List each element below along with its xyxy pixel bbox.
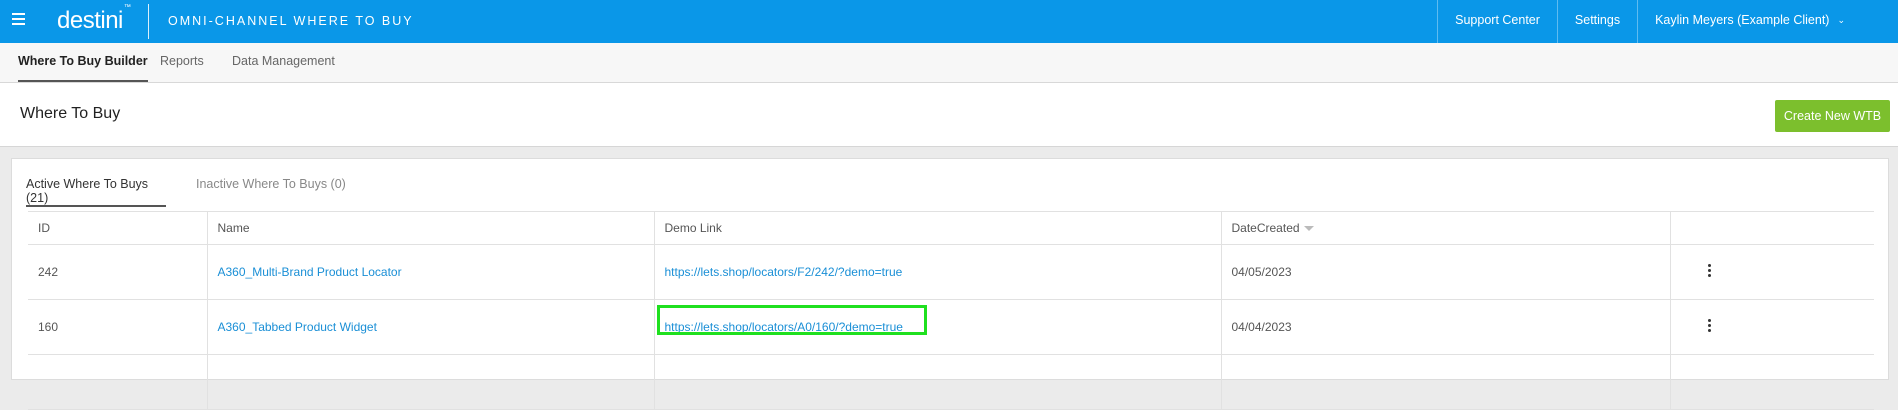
cell-name: [207, 354, 655, 410]
cell-demo-link: https://lets.shop/locators/A0/160/?demo=…: [654, 299, 1222, 355]
demo-link[interactable]: https://lets.shop/locators/A0/160/?demo=…: [665, 320, 903, 334]
column-header-date-created[interactable]: DateCreated: [1221, 211, 1671, 245]
tab-label: Active Where To Buys (21): [26, 177, 149, 205]
page-header: Where To Buy Create New WTB: [0, 83, 1898, 147]
tab-reports[interactable]: Reports: [160, 43, 204, 82]
logo-text: destini: [57, 7, 123, 34]
support-center-label: Support Center: [1455, 13, 1540, 27]
tab-label: Inactive Where To Buys (0): [196, 177, 346, 191]
tab-where-to-buy-builder[interactable]: Where To Buy Builder: [18, 43, 148, 82]
wtb-name-link[interactable]: A360_Multi-Brand Product Locator: [218, 265, 402, 279]
wtb-table: ID Name Demo Link DateCreated 242 A360_M…: [28, 211, 1874, 410]
cell-actions: [1670, 299, 1874, 355]
table-row: 242 A360_Multi-Brand Product Locator htt…: [28, 244, 1874, 300]
column-label: ID: [38, 221, 50, 235]
column-header-demo-link[interactable]: Demo Link: [654, 211, 1222, 245]
tab-inactive-where-to-buys[interactable]: Inactive Where To Buys (0): [196, 177, 346, 207]
logo[interactable]: destini™: [57, 4, 131, 35]
more-options-icon[interactable]: [1703, 317, 1717, 334]
top-nav: Support Center Settings Kaylin Meyers (E…: [1437, 0, 1898, 43]
sort-down-icon: [1303, 226, 1314, 232]
logo-trademark: ™: [123, 4, 131, 11]
cell-id: 160: [28, 299, 208, 355]
user-menu[interactable]: Kaylin Meyers (Example Client) ⌄: [1637, 0, 1898, 43]
tab-active-where-to-buys[interactable]: Active Where To Buys (21): [26, 177, 166, 207]
cell-date-created: [1221, 354, 1671, 410]
cell-date-created: 04/04/2023: [1221, 299, 1671, 355]
user-name: Kaylin Meyers (Example Client): [1655, 13, 1830, 27]
table-header-row: ID Name Demo Link DateCreated: [28, 211, 1874, 245]
more-options-icon[interactable]: [1703, 262, 1717, 279]
top-bar: destini™ Omni-Channel Where To Buy Suppo…: [0, 0, 1898, 43]
app-title: Omni-Channel Where To Buy: [168, 14, 414, 28]
card-tabs: Active Where To Buys (21) Inactive Where…: [12, 159, 1888, 207]
column-label: DateCreated: [1231, 221, 1300, 235]
hamburger-icon[interactable]: [12, 13, 25, 25]
cell-name: A360_Multi-Brand Product Locator: [207, 244, 655, 300]
column-header-name[interactable]: Name: [207, 211, 655, 245]
cell-date-created: 04/05/2023: [1221, 244, 1671, 300]
chevron-down-icon: ⌄: [1837, 15, 1845, 25]
demo-link[interactable]: https://lets.shop/locators/F2/242/?demo=…: [665, 265, 903, 279]
cell-id: [28, 354, 208, 410]
create-new-wtb-button[interactable]: Create New WTB: [1775, 100, 1890, 132]
cell-id: 242: [28, 244, 208, 300]
cell-demo-link: [654, 354, 1222, 410]
settings-link[interactable]: Settings: [1556, 0, 1637, 43]
cell-demo-link: https://lets.shop/locators/F2/242/?demo=…: [654, 244, 1222, 300]
support-center-link[interactable]: Support Center: [1437, 0, 1557, 43]
topbar-divider: [148, 4, 149, 39]
table-row-partial: [28, 354, 1874, 410]
wtb-list-card: Active Where To Buys (21) Inactive Where…: [11, 158, 1889, 410]
table-row: 160 A360_Tabbed Product Widget https://l…: [28, 299, 1874, 355]
settings-label: Settings: [1574, 13, 1621, 27]
tab-label: Reports: [160, 54, 204, 68]
column-header-actions: [1670, 211, 1874, 245]
tab-data-management[interactable]: Data Management: [232, 43, 335, 82]
cell-name: A360_Tabbed Product Widget: [207, 299, 655, 355]
tab-label: Data Management: [232, 54, 335, 68]
sub-nav: Where To Buy Builder Reports Data Manage…: [0, 43, 1898, 83]
column-header-id[interactable]: ID: [28, 211, 208, 245]
cell-actions: [1670, 354, 1874, 410]
wtb-name-link[interactable]: A360_Tabbed Product Widget: [218, 320, 377, 334]
cell-actions: [1670, 244, 1874, 300]
column-label: Name: [217, 221, 250, 235]
column-label: Demo Link: [664, 221, 722, 235]
tab-label: Where To Buy Builder: [18, 54, 148, 68]
page-title: Where To Buy: [20, 105, 121, 122]
